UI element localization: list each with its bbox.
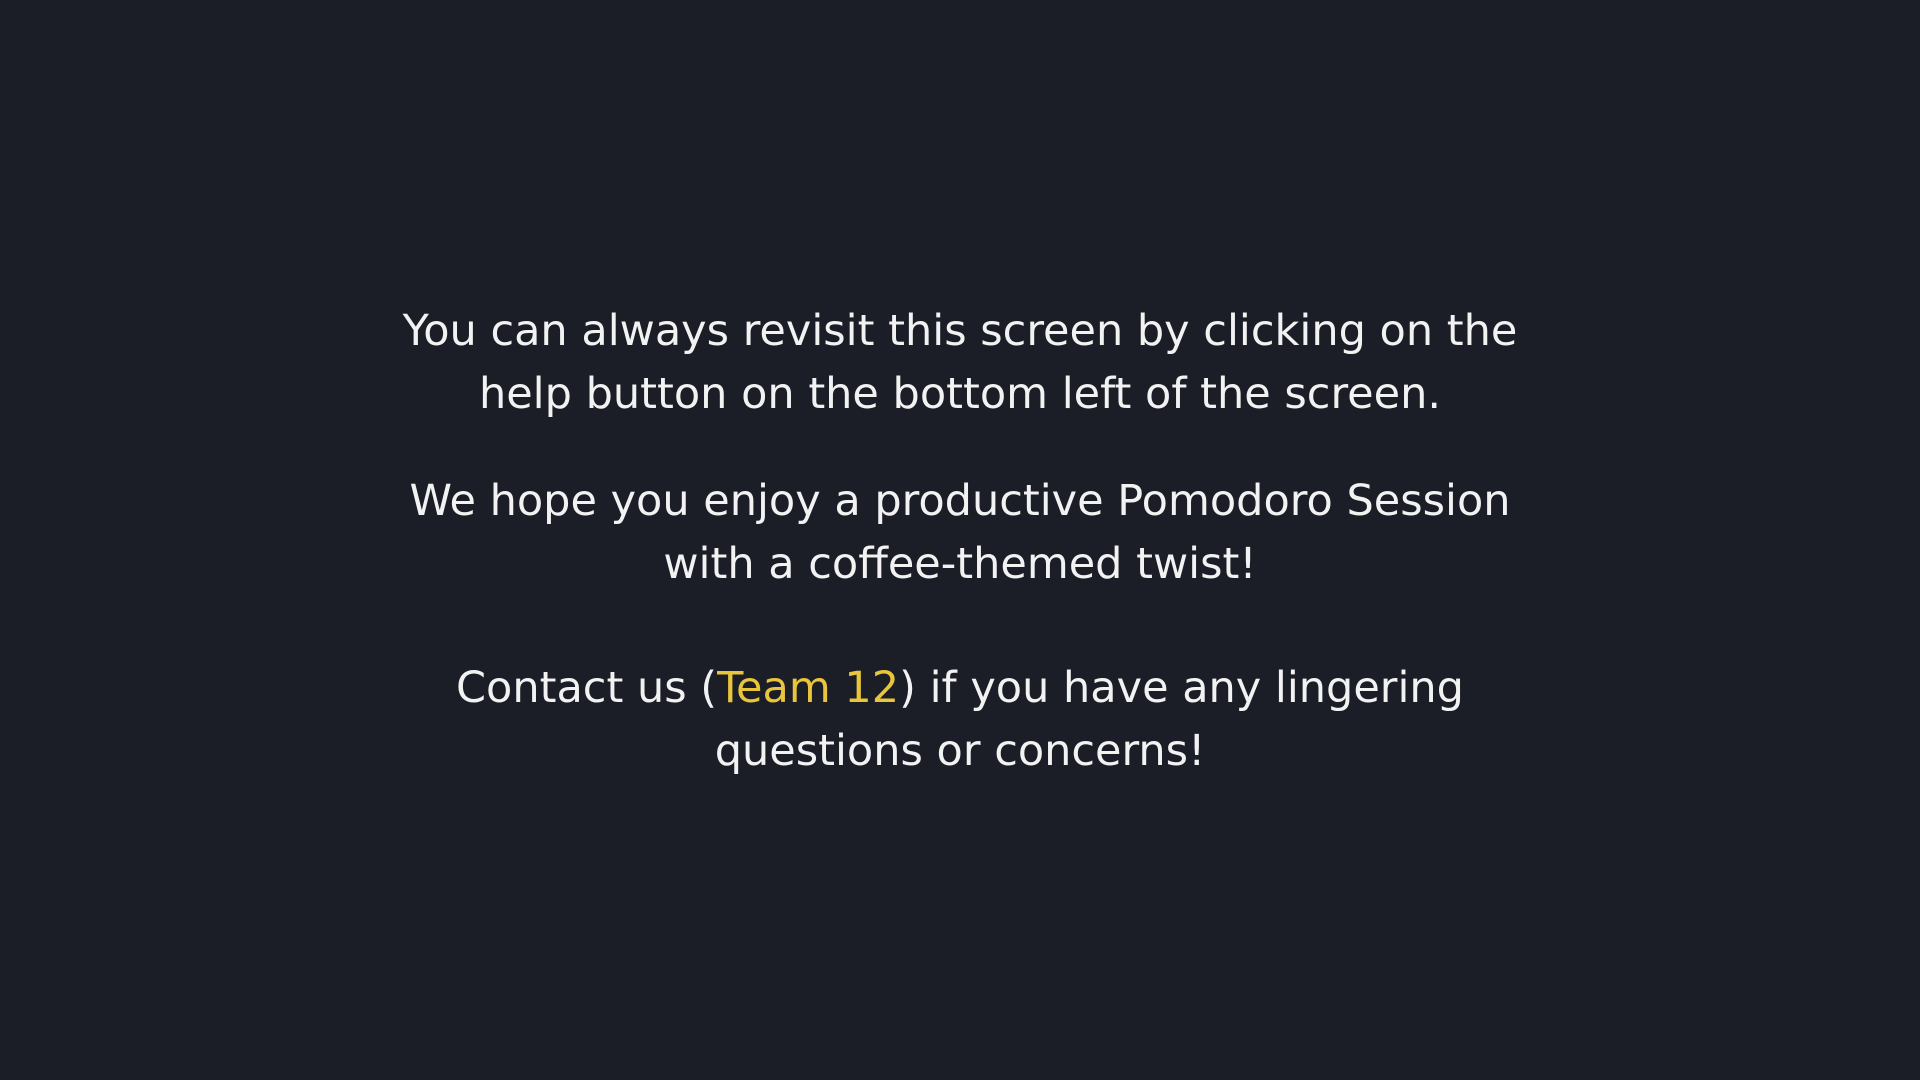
- contact-line-1: Contact us (Team 12) if you have any lin…: [0, 657, 1920, 720]
- help-revisit-line-2: help button on the bottom left of the sc…: [478, 369, 1442, 419]
- contact-line-2: questions or concerns!: [714, 726, 1206, 776]
- help-revisit-line-1: You can always revisit this screen by cl…: [402, 306, 1518, 356]
- help-screen: You can always revisit this screen by cl…: [0, 0, 1920, 1080]
- contact-suffix: ) if you have any lingering: [899, 663, 1464, 713]
- enjoy-session-line-2: with a coffee-themed twist!: [663, 539, 1257, 589]
- contact-prefix: Contact us (: [456, 663, 718, 713]
- contact-message: Contact us (Team 12) if you have any lin…: [0, 657, 1920, 783]
- team-name: Team 12: [717, 663, 900, 713]
- enjoy-session-message: We hope you enjoy a productive Pomodoro …: [0, 470, 1920, 596]
- help-revisit-message: You can always revisit this screen by cl…: [0, 300, 1920, 426]
- enjoy-session-line-1: We hope you enjoy a productive Pomodoro …: [409, 476, 1511, 526]
